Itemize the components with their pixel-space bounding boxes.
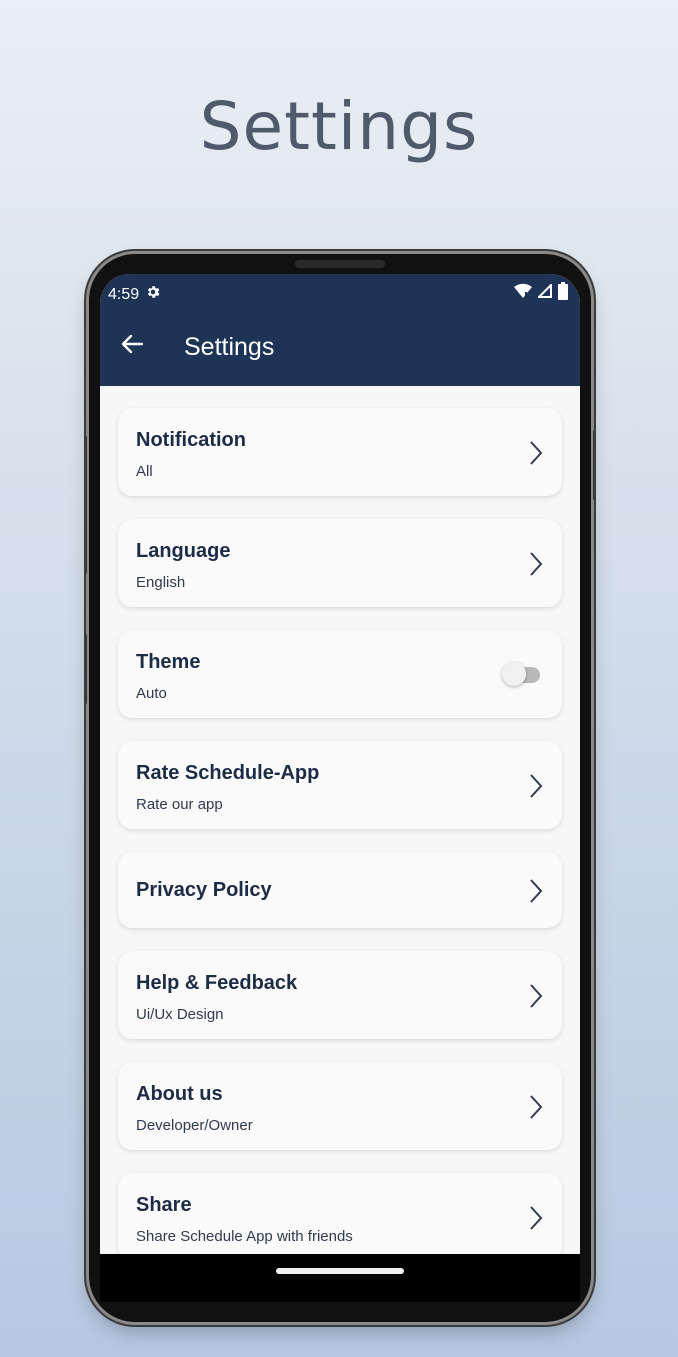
- wifi-icon: [514, 283, 532, 304]
- chevron-right-icon: [528, 1094, 544, 1120]
- setting-rate-app[interactable]: Rate Schedule-App Rate our app: [118, 741, 562, 829]
- status-time: 4:59: [108, 285, 140, 303]
- chevron-right-icon: [528, 773, 544, 799]
- setting-subtitle: Rate our app: [136, 796, 223, 813]
- settings-list: Notification All Language English Theme …: [100, 386, 580, 1254]
- side-button: [84, 634, 87, 704]
- gear-icon: [145, 284, 161, 305]
- setting-title: Rate Schedule-App: [136, 762, 320, 784]
- setting-subtitle: Developer/Owner: [136, 1117, 253, 1134]
- chevron-right-icon: [528, 878, 544, 904]
- setting-title: Theme: [136, 651, 201, 673]
- setting-title: Share: [136, 1194, 192, 1216]
- system-nav-bar: [100, 1254, 580, 1302]
- setting-title: Help & Feedback: [136, 972, 298, 994]
- setting-share[interactable]: Share Share Schedule App with friends: [118, 1173, 562, 1254]
- setting-help-feedback[interactable]: Help & Feedback Ui/Ux Design: [118, 951, 562, 1039]
- phone-frame: 4:59 Settings Notification All Language …: [84, 254, 596, 1322]
- setting-notification[interactable]: Notification All: [118, 408, 562, 496]
- chevron-right-icon: [528, 551, 544, 577]
- arrow-left-icon: [121, 334, 144, 359]
- chevron-right-icon: [528, 440, 544, 466]
- status-bar-left: 4:59: [108, 284, 161, 305]
- promo-title: Settings: [199, 88, 479, 165]
- home-indicator[interactable]: [276, 1268, 404, 1274]
- battery-icon: [558, 282, 568, 305]
- setting-about-us[interactable]: About us Developer/Owner: [118, 1062, 562, 1150]
- setting-language[interactable]: Language English: [118, 519, 562, 607]
- setting-subtitle: All: [136, 463, 153, 480]
- setting-title: Notification: [136, 429, 246, 451]
- theme-toggle[interactable]: [502, 660, 542, 688]
- back-button[interactable]: [118, 332, 146, 360]
- app-bar: 4:59 Settings: [100, 274, 580, 386]
- setting-privacy-policy[interactable]: Privacy Policy: [118, 852, 562, 928]
- setting-subtitle: Ui/Ux Design: [136, 1006, 224, 1023]
- setting-title: About us: [136, 1083, 223, 1105]
- setting-subtitle: English: [136, 574, 186, 591]
- power-button: [593, 430, 596, 500]
- setting-title: Language: [136, 540, 231, 562]
- setting-title: Privacy Policy: [136, 879, 272, 901]
- speaker-grille: [295, 260, 385, 268]
- chevron-right-icon: [528, 1205, 544, 1231]
- signal-icon: [536, 282, 552, 303]
- chevron-right-icon: [528, 983, 544, 1009]
- setting-subtitle: Auto: [136, 685, 167, 702]
- setting-subtitle: Share Schedule App with friends: [136, 1228, 353, 1245]
- app-bar-title: Settings: [184, 333, 275, 361]
- setting-theme[interactable]: Theme Auto: [118, 630, 562, 718]
- app-screen: 4:59 Settings Notification All Language …: [100, 274, 580, 1254]
- toggle-thumb: [502, 662, 526, 686]
- status-bar-right: [514, 282, 568, 305]
- volume-button: [84, 436, 87, 574]
